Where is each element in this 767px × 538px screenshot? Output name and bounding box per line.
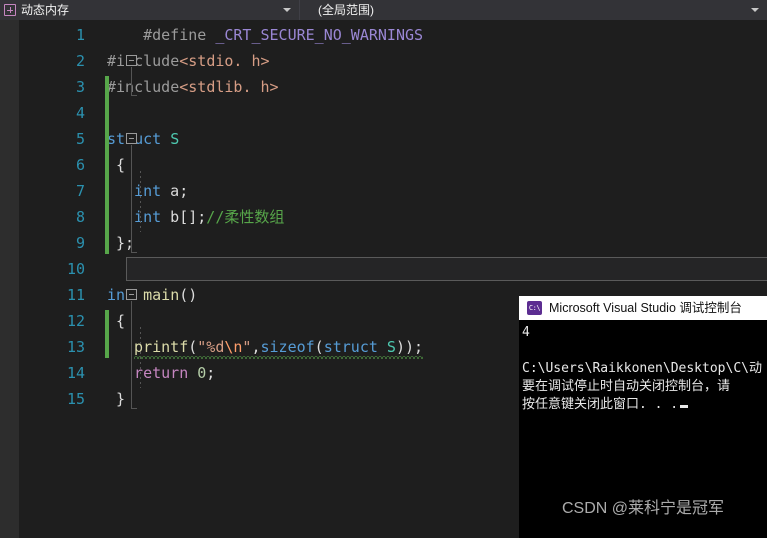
code-token: ; [206, 364, 216, 382]
project-scope-label: 动态内存 [21, 3, 70, 17]
unsaved-change-bar [105, 310, 109, 358]
structure-guide-line [140, 327, 141, 388]
code-token: main [143, 286, 180, 304]
code-token: int [134, 182, 162, 200]
editor-navigation-bar: 动态内存 (全局范围) [0, 0, 767, 20]
code-token: _CRT_SECURE_NO_WARNINGS [215, 26, 424, 44]
project-scope-dropdown[interactable]: 动态内存 [0, 0, 300, 20]
code-token: sizeof [260, 338, 315, 356]
console-cursor [680, 405, 689, 408]
code-line[interactable]: 4 [19, 100, 767, 126]
code-token: { [116, 156, 126, 174]
indicator-margin[interactable] [0, 20, 19, 538]
line-number: 8 [75, 208, 85, 226]
collapse-region-icon[interactable] [126, 55, 137, 66]
console-output-line: 按任意键关闭此窗口. . . [519, 396, 767, 414]
code-token: ( [314, 338, 324, 356]
member-scope-label: (全局范围) [318, 3, 374, 17]
line-number: 2 [75, 52, 85, 70]
member-scope-dropdown[interactable]: (全局范围) [300, 0, 767, 20]
code-token: ( [188, 338, 198, 356]
code-token: b[]; [161, 208, 207, 226]
csdn-watermark: CSDN @莱科宁是冠军 [561, 500, 725, 517]
code-token: () [179, 286, 198, 304]
line-number: 4 [75, 104, 85, 122]
code-token: printf [134, 338, 189, 356]
code-token: #define [143, 26, 216, 44]
line-number: 15 [66, 390, 85, 408]
structure-guide-line [131, 145, 132, 252]
collapse-region-icon[interactable] [126, 133, 137, 144]
code-token: //柔性数组 [206, 208, 285, 226]
line-content: { [116, 152, 125, 178]
visual-studio-console-icon: C:\ [527, 301, 542, 315]
code-token: <stdio. h> [179, 52, 270, 70]
line-content: #include<stdlib. h> [107, 74, 279, 100]
console-output-line: 4 [522, 325, 530, 340]
structure-guide-elbow [131, 95, 137, 96]
structure-guide-line [140, 171, 141, 232]
console-title-bar[interactable]: C:\ Microsoft Visual Studio 调试控制台 [519, 296, 767, 320]
chevron-down-icon[interactable] [751, 8, 759, 12]
code-token: #include [107, 78, 180, 96]
current-line-highlight [126, 257, 767, 281]
line-number: 14 [66, 364, 85, 382]
code-line[interactable]: 1 #define _CRT_SECURE_NO_WARNINGS [19, 22, 767, 48]
line-content: int b[];//柔性数组 [134, 204, 284, 230]
unsaved-change-bar [105, 76, 109, 254]
structure-guide-line [131, 67, 132, 95]
code-token: )); [395, 338, 424, 356]
structure-guide-line [131, 301, 132, 408]
line-number: 11 [66, 286, 85, 304]
line-number: 9 [75, 234, 85, 252]
line-content: int a; [134, 178, 188, 204]
chevron-down-icon[interactable] [283, 8, 291, 12]
line-number: 5 [75, 130, 85, 148]
code-token: struct [323, 338, 378, 356]
code-token: return [134, 364, 189, 382]
line-content: { [116, 308, 125, 334]
code-token: S [386, 338, 396, 356]
collapse-region-icon[interactable] [126, 289, 137, 300]
line-content: struct S [107, 126, 179, 152]
structure-guide-elbow [131, 252, 137, 253]
line-number: 13 [66, 338, 85, 356]
line-content: return 0; [134, 360, 215, 386]
console-title-text: Microsoft Visual Studio 调试控制台 [549, 301, 742, 315]
line-content: #define _CRT_SECURE_NO_WARNINGS [143, 22, 423, 48]
structure-guide-elbow [131, 408, 137, 409]
line-content: } [116, 386, 125, 412]
line-number: 1 [75, 26, 85, 44]
visual-studio-window: 动态内存 (全局范围) 1 #define _CRT_SECURE_NO_WARN… [0, 0, 767, 538]
line-number: 7 [75, 182, 85, 200]
code-token: } [116, 390, 126, 408]
line-content: printf("%d\n",sizeof(struct S)); [134, 334, 424, 361]
line-number: 6 [75, 156, 85, 174]
code-token: a; [161, 182, 189, 200]
code-token: int [134, 208, 162, 226]
code-token: \n [224, 338, 243, 356]
code-token: #include [107, 52, 180, 70]
line-number: 3 [75, 78, 85, 96]
code-token: 0 [197, 364, 207, 382]
console-output-line: 要在调试停止时自动关闭控制台，请 [522, 379, 731, 394]
console-output-line: C:\Users\Raikkonen\Desktop\C\动 [522, 361, 762, 376]
code-token: S [170, 130, 180, 148]
debug-console-window[interactable]: C:\ Microsoft Visual Studio 调试控制台 4 C:\Us… [519, 296, 767, 538]
code-token: <stdlib. h> [179, 78, 279, 96]
expand-box-icon [4, 4, 16, 16]
code-token: "%d [197, 338, 225, 356]
line-number: 12 [66, 312, 85, 330]
line-number: 10 [66, 260, 85, 278]
line-content: int main() [107, 282, 197, 308]
code-token: { [116, 312, 126, 330]
